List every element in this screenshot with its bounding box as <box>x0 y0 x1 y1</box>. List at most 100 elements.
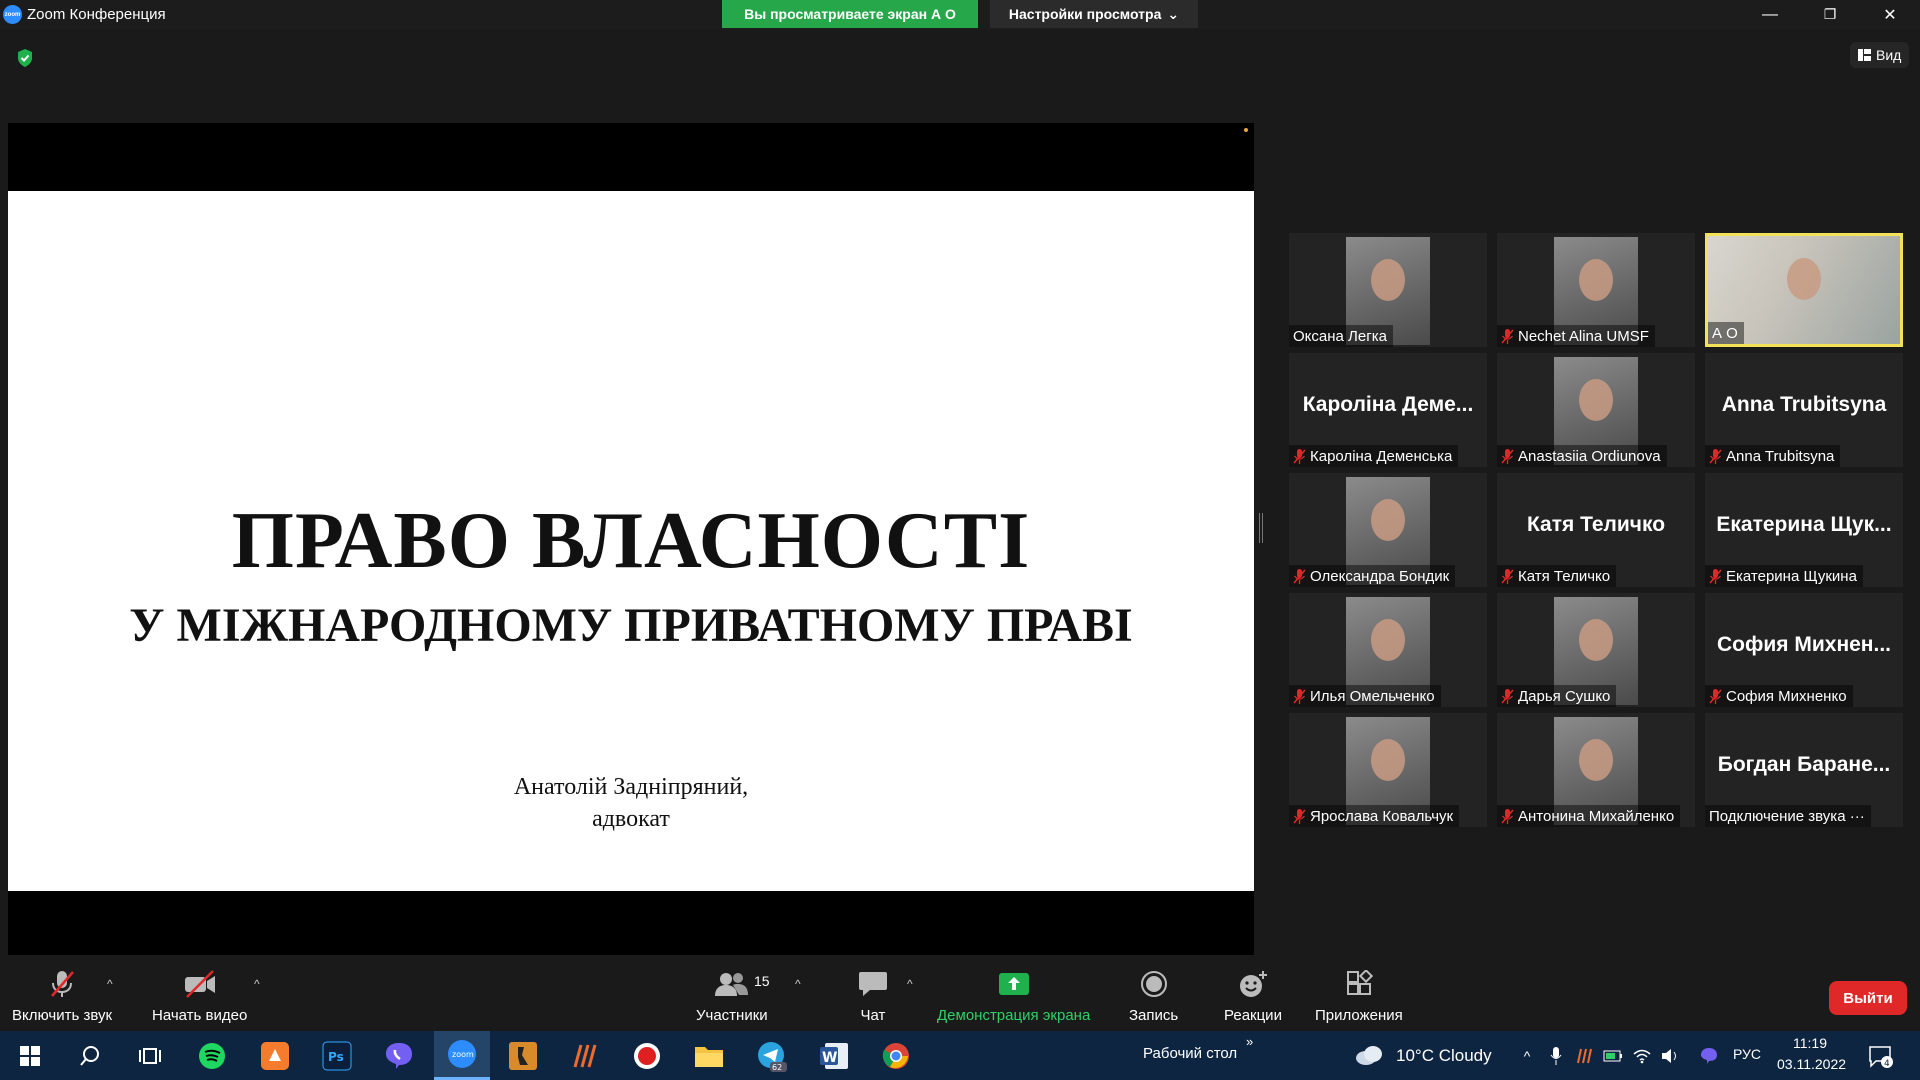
record-button[interactable]: Запись <box>1129 967 1178 1024</box>
task-view-button[interactable] <box>133 1039 167 1073</box>
taskbar-chrome[interactable] <box>879 1039 913 1073</box>
microphone-muted-icon <box>1501 328 1514 344</box>
participant-name-label: Дарья Сушко <box>1497 685 1617 707</box>
taskbar-game-app[interactable] <box>506 1039 540 1073</box>
title-bar: zoom Zoom Конференция Вы просматриваете … <box>0 0 1920 29</box>
participants-count: 15 <box>754 973 770 989</box>
toolbar-expand-icon[interactable]: » <box>1246 1034 1253 1049</box>
participant-tile[interactable]: Оксана Легка <box>1289 233 1487 347</box>
telegram-badge: 62 <box>772 1063 782 1072</box>
view-button[interactable]: Вид <box>1850 42 1910 68</box>
minimize-button[interactable]: — <box>1740 0 1800 29</box>
taskbar-word[interactable]: W <box>817 1039 851 1073</box>
leave-button[interactable]: Выйти <box>1829 981 1907 1015</box>
taskbar-recorder[interactable] <box>630 1039 664 1073</box>
microphone-muted-icon <box>1293 808 1306 824</box>
tray-winamp-icon[interactable] <box>1574 1047 1594 1065</box>
svg-text:Ps: Ps <box>328 1050 344 1064</box>
taskbar-telegram[interactable]: 62 <box>755 1039 789 1073</box>
taskbar-spotify[interactable] <box>195 1039 229 1073</box>
chat-options-caret-icon[interactable]: ^ <box>907 977 913 991</box>
restore-button[interactable]: ❐ <box>1800 0 1860 29</box>
participant-tile[interactable]: Катя Теличко Катя Теличко <box>1497 473 1695 587</box>
video-options-caret-icon[interactable]: ^ <box>254 977 260 991</box>
participant-tile[interactable]: Антонина Михайленко <box>1497 713 1695 827</box>
participant-tile[interactable]: А О <box>1705 233 1903 347</box>
tray-battery-icon[interactable] <box>1603 1047 1623 1065</box>
chat-button[interactable]: Чат <box>858 967 888 1024</box>
participant-name: Ярослава Ковальчук <box>1310 807 1454 825</box>
notifications-button[interactable]: 4 <box>1868 1045 1894 1074</box>
windows-taskbar: Ps zoom 62 W Рабочий стол » 10°C Cloudy … <box>0 1031 1920 1080</box>
tray-wifi-icon[interactable] <box>1632 1047 1652 1065</box>
participant-name: Anna Trubitsyna <box>1726 447 1835 465</box>
desktop-toolbar-label[interactable]: Рабочий стол <box>1143 1045 1237 1062</box>
participant-name: А О <box>1712 324 1738 342</box>
start-video-button[interactable]: Начать видео <box>152 967 247 1024</box>
word-icon: W <box>820 1043 848 1069</box>
notification-count: 4 <box>1884 1059 1890 1069</box>
participant-display-name: Anna Trubitsyna <box>1721 393 1887 416</box>
tray-microphone-icon[interactable] <box>1546 1047 1566 1065</box>
participants-options-caret-icon[interactable]: ^ <box>795 977 801 991</box>
participant-name: Кароліна Деменська <box>1310 447 1453 465</box>
start-video-label: Начать видео <box>152 1007 248 1024</box>
shared-screen[interactable]: ПРАВО ВЛАСНОСТІ У МІЖНАРОДНОМУ ПРИВАТНОМ… <box>8 123 1254 963</box>
weather-widget[interactable]: 10°C Cloudy <box>1396 1046 1492 1066</box>
chat-icon <box>859 972 887 996</box>
view-settings-button[interactable]: Настройки просмотра ⌄ <box>990 0 1198 28</box>
reactions-button[interactable]: Реакции <box>1224 967 1282 1024</box>
participant-name: Оксана Легка <box>1293 327 1387 345</box>
taskbar-zoom-active[interactable]: zoom <box>434 1031 490 1080</box>
windows-logo-icon <box>20 1046 40 1066</box>
participant-display-name: София Михнен... <box>1717 633 1891 656</box>
tray-volume-icon[interactable] <box>1660 1047 1680 1065</box>
record-app-icon <box>634 1043 660 1069</box>
taskbar-photoshop[interactable]: Ps <box>320 1039 354 1073</box>
taskbar-viber[interactable] <box>382 1039 416 1073</box>
participant-tile[interactable]: Олександра Бондик <box>1289 473 1487 587</box>
participant-tile[interactable]: Anna Trubitsyna Anna Trubitsyna <box>1705 353 1903 467</box>
photoshop-icon: Ps <box>322 1041 352 1071</box>
windows-start-button[interactable] <box>13 1039 47 1073</box>
microphone-muted-icon <box>1501 448 1514 464</box>
tray-chevron-up-icon[interactable]: ^ <box>1517 1047 1537 1065</box>
share-screen-button[interactable]: Демонстрация экрана <box>937 967 1090 1024</box>
unmute-button[interactable]: Включить звук <box>12 967 112 1024</box>
participant-face <box>1579 259 1613 302</box>
close-button[interactable]: ✕ <box>1860 0 1920 29</box>
participant-tile[interactable]: Кароліна Деме... Кароліна Деменська <box>1289 353 1487 467</box>
participant-tile[interactable]: София Михнен... София Михненко <box>1705 593 1903 707</box>
participant-name-label: Anastasiia Ordiunova <box>1497 445 1667 467</box>
security-shield-icon[interactable] <box>16 48 34 68</box>
apps-button[interactable]: Приложения <box>1315 967 1403 1024</box>
taskbar-stripes-app[interactable] <box>568 1039 602 1073</box>
microphone-muted-icon <box>51 971 74 997</box>
meeting-area: Вид ПРАВО ВЛАСНОСТІ У МІЖНАРОДНОМУ ПРИВА… <box>0 29 1920 963</box>
taskbar-orange-app[interactable] <box>258 1039 292 1073</box>
participant-tile[interactable]: Дарья Сушко <box>1497 593 1695 707</box>
panel-resize-handle[interactable] <box>1259 513 1263 543</box>
taskbar-search-button[interactable] <box>73 1039 107 1073</box>
clock-date[interactable]: 03.11.2022 <box>1777 1056 1846 1072</box>
tray-viber-icon[interactable] <box>1699 1047 1719 1065</box>
slide-author: Анатолій Задніпряний, адвокат <box>8 771 1254 835</box>
participant-tile[interactable]: Nechet Alina UMSF <box>1497 233 1695 347</box>
participant-tile[interactable]: Anastasiia Ordiunova <box>1497 353 1695 467</box>
participant-tile[interactable]: Богдан Баране... Подключение звука ··· <box>1705 713 1903 827</box>
window-title: Zoom Конференция <box>27 6 166 23</box>
taskbar-file-explorer[interactable] <box>692 1039 726 1073</box>
audio-options-caret-icon[interactable]: ^ <box>107 977 113 991</box>
language-indicator[interactable]: РУС <box>1733 1046 1761 1062</box>
telegram-icon: 62 <box>758 1042 787 1072</box>
participant-tile[interactable]: Илья Омельченко <box>1289 593 1487 707</box>
participant-face <box>1371 619 1405 662</box>
participant-name: Подключение звука ··· <box>1709 807 1865 825</box>
participant-tile[interactable]: Екатерина Щук... Екатерина Щукина <box>1705 473 1903 587</box>
reactions-label: Реакции <box>1224 1007 1282 1024</box>
clock-time[interactable]: 11:19 <box>1793 1035 1827 1051</box>
meeting-toolbar: Включить звук ^ Начать видео ^ Участники… <box>0 955 1920 1031</box>
slide-author-name: Анатолій Задніпряний, <box>513 774 749 800</box>
zoom-app-icon: zoom <box>448 1040 476 1068</box>
participant-tile[interactable]: Ярослава Ковальчук <box>1289 713 1487 827</box>
